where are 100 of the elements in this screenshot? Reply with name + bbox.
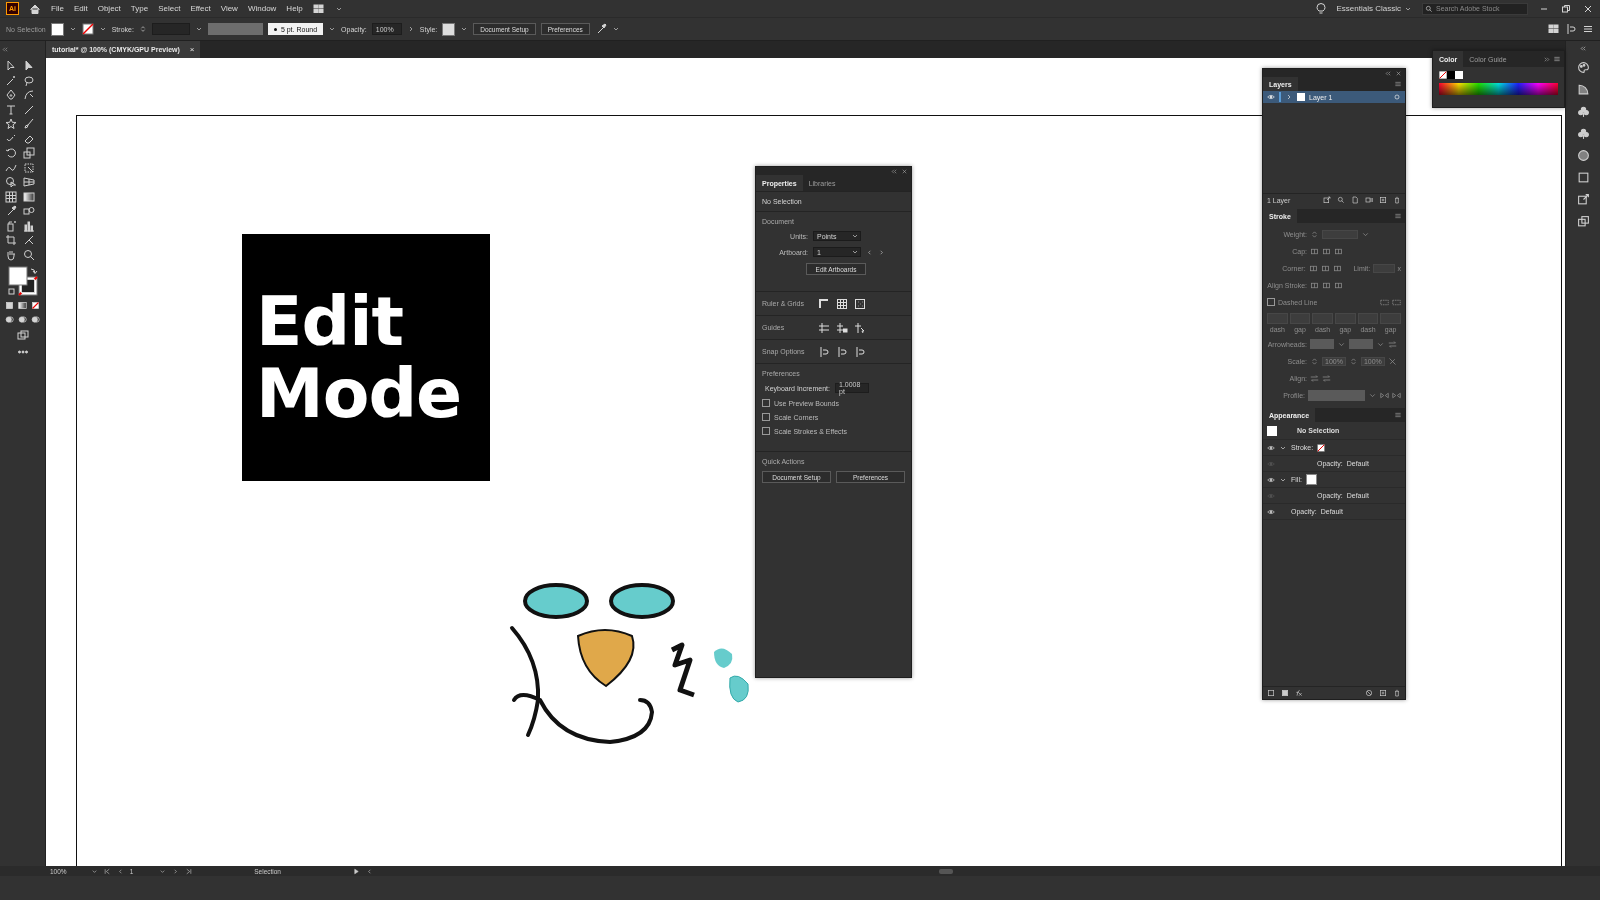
caret-icon[interactable] [68,25,77,33]
caret-icon[interactable] [159,867,167,875]
snap-icon[interactable] [818,345,830,358]
collapse-icon[interactable] [1385,69,1392,77]
stepper-icon[interactable] [138,23,147,35]
target-icon[interactable] [1393,93,1401,101]
guides-icon[interactable] [818,321,830,334]
panel-menu-icon[interactable] [1394,80,1402,88]
panel-menu-icon[interactable] [1394,212,1402,220]
color-fill-icon[interactable] [5,300,14,310]
chevron-right-icon[interactable] [1285,93,1293,101]
ruler-icon[interactable] [818,297,830,310]
fx-icon[interactable] [1295,689,1303,697]
next-icon[interactable] [172,867,180,875]
trash-icon[interactable] [1393,689,1401,697]
artboard-icon[interactable] [4,234,17,246]
symbol-sprayer-icon[interactable] [4,219,17,232]
gradient-fill-icon[interactable] [18,300,27,310]
color-swatch[interactable] [1447,71,1455,79]
panel-menu-icon[interactable] [1553,55,1561,63]
page-icon[interactable] [1351,196,1359,204]
caret-icon[interactable] [460,25,469,33]
gradient-icon[interactable] [22,190,35,203]
previous-icon[interactable] [866,248,873,256]
smart-guides-icon[interactable] [854,321,866,334]
collapse-icon[interactable] [1,46,9,53]
list-icon[interactable] [1582,23,1594,35]
caret-icon[interactable] [611,25,620,33]
zoom-icon[interactable] [22,248,35,261]
line-segment-icon[interactable] [22,103,35,116]
last-icon[interactable] [185,867,193,875]
eye-icon[interactable] [1267,507,1275,516]
menu-item[interactable]: Help [286,4,303,13]
workspace-grid-icon[interactable] [312,2,325,15]
menu-item[interactable]: Window [247,4,277,13]
shape-builder-icon[interactable] [4,176,17,188]
stack-icon[interactable] [1576,215,1590,228]
restore-icon[interactable] [1560,2,1572,15]
perspective-grid-icon[interactable] [22,176,35,188]
caret-icon[interactable] [328,25,337,33]
palette-icon[interactable] [1576,61,1590,74]
none-swatch-icon[interactable] [1439,71,1447,79]
eye-icon[interactable] [1267,93,1275,101]
blend-icon[interactable] [22,205,35,217]
export-icon[interactable] [1576,193,1590,206]
magic-wand-icon[interactable] [4,74,17,87]
previous-icon[interactable] [116,867,124,875]
new-layer-icon[interactable] [1379,196,1387,204]
mesh-icon[interactable] [4,190,17,203]
caret-icon[interactable] [98,25,107,33]
paintbrush-icon[interactable] [22,118,35,130]
workspace-switcher[interactable]: Essentials Classic [1336,4,1401,13]
none-swatch-icon[interactable] [81,23,94,35]
next-icon[interactable] [878,248,885,256]
search-icon[interactable] [1337,196,1345,204]
menu-item[interactable]: Effect [190,4,211,13]
type-tool-icon[interactable] [4,103,17,116]
eye-icon[interactable] [1267,475,1275,484]
curvature-pen-icon[interactable] [22,89,35,101]
checkbox[interactable] [762,413,770,421]
caret-icon[interactable] [90,867,98,875]
screen-mode-icon[interactable] [16,328,29,341]
collapse-icon[interactable] [891,167,898,175]
lasso-icon[interactable] [22,74,35,87]
dot-grid-icon[interactable] [854,297,866,310]
scroll-thumb[interactable] [939,868,953,874]
color-spectrum[interactable] [1439,83,1558,95]
selection-arrow-icon[interactable] [4,60,17,72]
lock-guides-icon[interactable] [836,321,848,334]
scroll-left-icon[interactable] [366,867,373,875]
collapse-icon[interactable] [1579,45,1587,52]
menu-item[interactable]: File [51,4,64,13]
color-swatch[interactable] [1455,71,1463,79]
square-icon[interactable] [1576,171,1590,184]
free-transform-icon[interactable] [22,161,35,174]
club-icon[interactable] [1576,105,1590,118]
none-swatch-icon[interactable] [1317,443,1326,452]
eye-icon[interactable] [1267,443,1275,452]
knife-icon[interactable] [22,234,35,246]
snap-icon[interactable] [836,345,848,358]
menu-item[interactable]: Select [158,4,181,13]
menu-item[interactable]: Object [97,4,121,13]
scale-icon[interactable] [22,147,35,159]
fill-stroke-drawing[interactable] [7,265,38,296]
snap-icon[interactable] [854,345,866,358]
rotate-icon[interactable] [4,147,17,159]
direct-selection-icon[interactable] [22,60,35,72]
export-icon[interactable] [1323,196,1331,204]
club-icon[interactable] [1576,127,1590,140]
sphere-icon[interactable] [1576,149,1590,162]
play-icon[interactable] [353,867,360,875]
hand-icon[interactable] [4,248,17,261]
bar-graph-icon[interactable] [22,219,35,232]
none-fill-icon[interactable] [31,300,40,310]
filled-square-icon[interactable] [1281,689,1289,697]
expand-icon[interactable] [1543,55,1550,63]
menu-item[interactable]: Type [130,4,149,13]
checkbox[interactable] [762,427,770,435]
menu-item[interactable]: Edit [73,4,88,13]
checkbox[interactable] [762,399,770,407]
